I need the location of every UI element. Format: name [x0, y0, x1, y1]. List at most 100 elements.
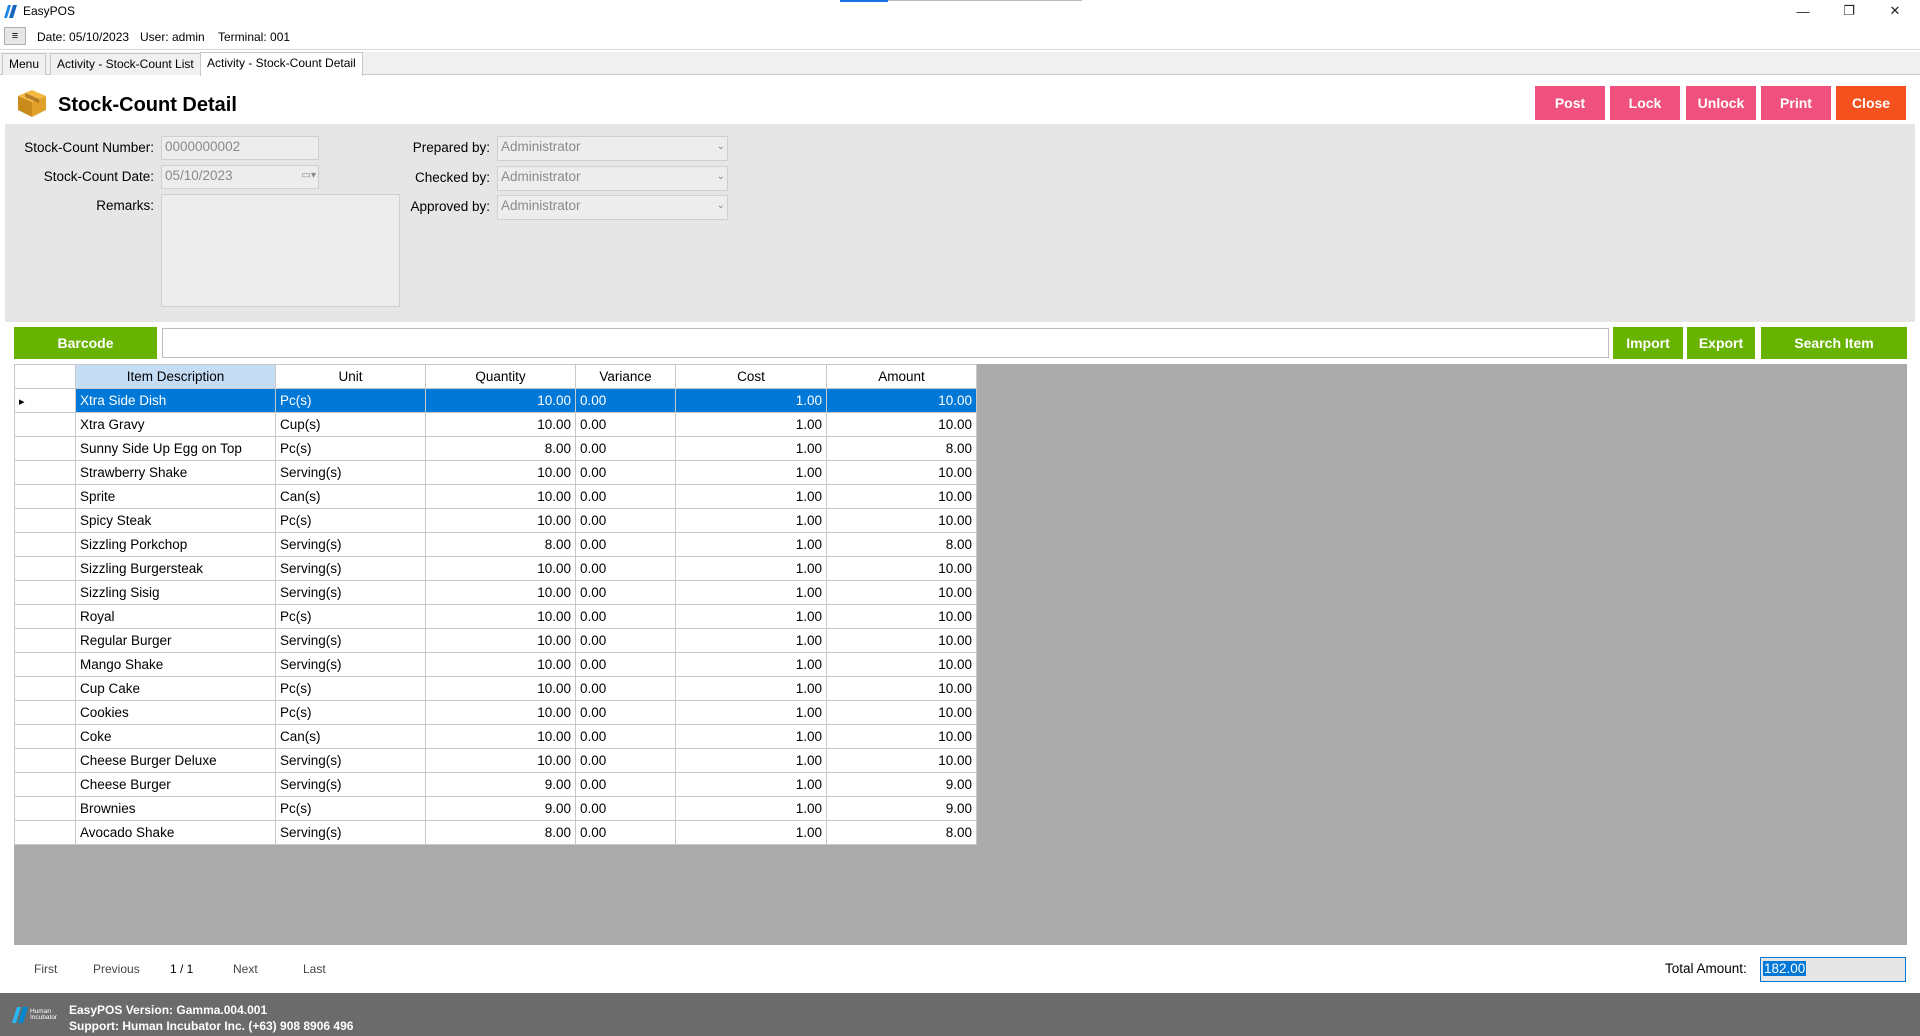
export-button[interactable]: Export — [1687, 327, 1755, 359]
row-header[interactable] — [14, 652, 76, 677]
variance-cell[interactable]: 0.00 — [575, 508, 676, 533]
lock-button[interactable]: Lock — [1610, 86, 1680, 120]
cost-cell[interactable]: 1.00 — [675, 556, 827, 581]
quantity-cell[interactable]: 10.00 — [425, 652, 576, 677]
table-row[interactable]: Strawberry Shake Serving(s) 10.00 0.00 1.00 1… — [14, 460, 977, 485]
tab-stock-count-list[interactable]: Activity - Stock-Count List — [50, 53, 201, 75]
item-description-cell[interactable]: Regular Burger — [75, 628, 276, 653]
variance-cell[interactable]: 0.00 — [575, 436, 676, 461]
table-row[interactable]: Brownies Pc(s) 9.00 0.00 1.00 9.00 — [14, 796, 977, 821]
quantity-cell[interactable]: 10.00 — [425, 748, 576, 773]
row-header[interactable] — [14, 508, 76, 533]
table-row[interactable]: ▸ Xtra Side Dish Pc(s) 10.00 0.00 1.00 10.00 — [14, 388, 977, 413]
quantity-cell[interactable]: 8.00 — [425, 532, 576, 557]
column-header-variance[interactable]: Variance — [575, 364, 676, 389]
amount-cell[interactable]: 10.00 — [826, 388, 977, 413]
cost-cell[interactable]: 1.00 — [675, 508, 827, 533]
cost-cell[interactable]: 1.00 — [675, 652, 827, 677]
total-amount-field[interactable]: 182.00 — [1760, 957, 1906, 982]
post-button[interactable]: Post — [1535, 86, 1605, 120]
quantity-cell[interactable]: 10.00 — [425, 388, 576, 413]
table-row[interactable]: Cheese Burger Deluxe Serving(s) 10.00 0.00 1… — [14, 748, 977, 773]
cost-cell[interactable]: 1.00 — [675, 436, 827, 461]
unit-cell[interactable]: Serving(s) — [275, 460, 426, 485]
table-row[interactable]: Cup Cake Pc(s) 10.00 0.00 1.00 10.00 — [14, 676, 977, 701]
variance-cell[interactable]: 0.00 — [575, 460, 676, 485]
prepared-by-select[interactable]: Administrator ⌄ — [497, 136, 728, 161]
item-description-cell[interactable]: Cookies — [75, 700, 276, 725]
cost-cell[interactable]: 1.00 — [675, 748, 827, 773]
next-page-link[interactable]: Next — [233, 962, 258, 976]
quantity-cell[interactable]: 10.00 — [425, 484, 576, 509]
item-description-cell[interactable]: Sprite — [75, 484, 276, 509]
unit-cell[interactable]: Can(s) — [275, 484, 426, 509]
amount-cell[interactable]: 8.00 — [826, 532, 977, 557]
variance-cell[interactable]: 0.00 — [575, 772, 676, 797]
amount-cell[interactable]: 9.00 — [826, 796, 977, 821]
column-header-amount[interactable]: Amount — [826, 364, 977, 389]
unit-cell[interactable]: Pc(s) — [275, 436, 426, 461]
cost-cell[interactable]: 1.00 — [675, 460, 827, 485]
minimize-icon[interactable]: — — [1780, 0, 1826, 22]
amount-cell[interactable]: 10.00 — [826, 628, 977, 653]
checked-by-select[interactable]: Administrator ⌄ — [497, 166, 728, 191]
variance-cell[interactable]: 0.00 — [575, 532, 676, 557]
item-description-cell[interactable]: Cheese Burger Deluxe — [75, 748, 276, 773]
table-row[interactable]: Royal Pc(s) 10.00 0.00 1.00 10.00 — [14, 604, 977, 629]
table-row[interactable]: Avocado Shake Serving(s) 8.00 0.00 1.00 8.00 — [14, 820, 977, 845]
item-description-cell[interactable]: Cheese Burger — [75, 772, 276, 797]
row-header[interactable] — [14, 676, 76, 701]
unlock-button[interactable]: Unlock — [1686, 86, 1756, 120]
cost-cell[interactable]: 1.00 — [675, 628, 827, 653]
quantity-cell[interactable]: 9.00 — [425, 772, 576, 797]
cost-cell[interactable]: 1.00 — [675, 724, 827, 749]
item-description-cell[interactable]: Xtra Side Dish — [75, 388, 276, 413]
cost-cell[interactable]: 1.00 — [675, 676, 827, 701]
unit-cell[interactable]: Serving(s) — [275, 820, 426, 845]
item-description-cell[interactable]: Strawberry Shake — [75, 460, 276, 485]
unit-cell[interactable]: Serving(s) — [275, 772, 426, 797]
stock-count-date-field[interactable]: 05/10/2023 ▭▾ — [161, 165, 319, 189]
variance-cell[interactable]: 0.00 — [575, 820, 676, 845]
first-page-link[interactable]: First — [34, 962, 57, 976]
table-row[interactable]: Sunny Side Up Egg on Top Pc(s) 8.00 0.00 1.0… — [14, 436, 977, 461]
unit-cell[interactable]: Serving(s) — [275, 628, 426, 653]
approved-by-select[interactable]: Administrator ⌄ — [497, 195, 728, 220]
row-header[interactable] — [14, 556, 76, 581]
unit-cell[interactable]: Can(s) — [275, 724, 426, 749]
amount-cell[interactable]: 10.00 — [826, 412, 977, 437]
column-header-item-description[interactable]: Item Description — [75, 364, 276, 389]
quantity-cell[interactable]: 10.00 — [425, 676, 576, 701]
table-row[interactable]: Sprite Can(s) 10.00 0.00 1.00 10.00 — [14, 484, 977, 509]
cost-cell[interactable]: 1.00 — [675, 484, 827, 509]
variance-cell[interactable]: 0.00 — [575, 724, 676, 749]
quantity-cell[interactable]: 10.00 — [425, 580, 576, 605]
quantity-cell[interactable]: 10.00 — [425, 460, 576, 485]
previous-page-link[interactable]: Previous — [93, 962, 140, 976]
hamburger-menu-button[interactable]: ≡ — [4, 27, 26, 45]
amount-cell[interactable]: 9.00 — [826, 772, 977, 797]
cost-cell[interactable]: 1.00 — [675, 796, 827, 821]
quantity-cell[interactable]: 8.00 — [425, 820, 576, 845]
table-row[interactable]: Spicy Steak Pc(s) 10.00 0.00 1.00 10.00 — [14, 508, 977, 533]
variance-cell[interactable]: 0.00 — [575, 652, 676, 677]
table-row[interactable]: Sizzling Burgersteak Serving(s) 10.00 0.00 1… — [14, 556, 977, 581]
barcode-button[interactable]: Barcode — [14, 327, 157, 359]
row-header[interactable]: ▸ — [14, 388, 76, 413]
row-header[interactable] — [14, 700, 76, 725]
column-header-unit[interactable]: Unit — [275, 364, 426, 389]
item-description-cell[interactable]: Coke — [75, 724, 276, 749]
variance-cell[interactable]: 0.00 — [575, 484, 676, 509]
unit-cell[interactable]: Pc(s) — [275, 796, 426, 821]
quantity-cell[interactable]: 10.00 — [425, 724, 576, 749]
row-header[interactable] — [14, 628, 76, 653]
unit-cell[interactable]: Pc(s) — [275, 508, 426, 533]
variance-cell[interactable]: 0.00 — [575, 796, 676, 821]
row-header[interactable] — [14, 820, 76, 845]
import-button[interactable]: Import — [1613, 327, 1683, 359]
row-header[interactable] — [14, 484, 76, 509]
cost-cell[interactable]: 1.00 — [675, 772, 827, 797]
table-row[interactable]: Sizzling Porkchop Serving(s) 8.00 0.00 1.00 8… — [14, 532, 977, 557]
amount-cell[interactable]: 10.00 — [826, 484, 977, 509]
cost-cell[interactable]: 1.00 — [675, 532, 827, 557]
